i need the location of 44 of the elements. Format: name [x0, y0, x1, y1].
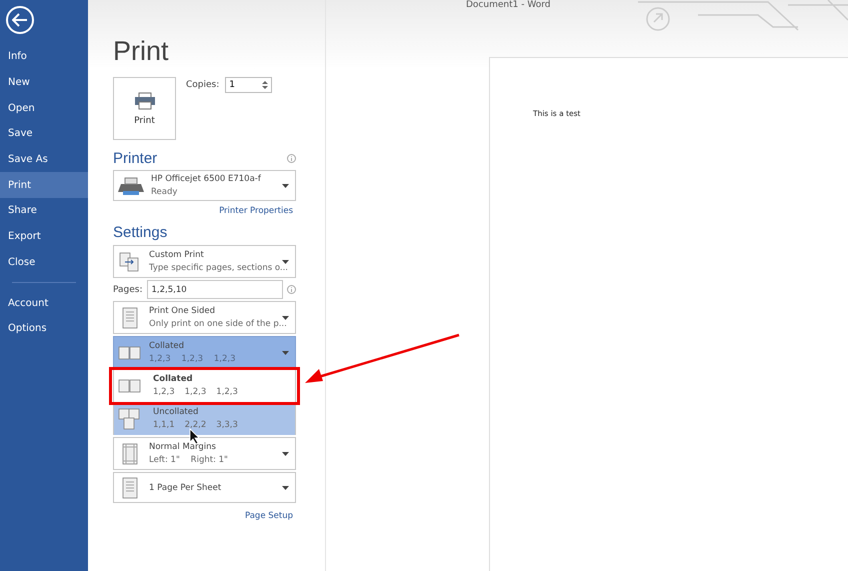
cursor-icon: [189, 428, 200, 444]
caret-icon: [282, 350, 289, 354]
pages-field[interactable]: 1,2,5,10: [146, 280, 283, 299]
sidebar-item[interactable]: Info: [0, 44, 88, 70]
caret-icon: [282, 184, 289, 188]
pages-label: Pages:: [113, 284, 143, 294]
page-setup-link[interactable]: Page Setup: [244, 511, 293, 521]
settings-dropdown[interactable]: Print One Sided Only print on one side of the p...: [113, 301, 296, 334]
info-icon: [287, 154, 296, 163]
settings-dropdown[interactable]: Collated 1,2,3 1,2,3 1,2,3: [113, 336, 296, 369]
caret-icon: [282, 486, 289, 490]
section-heading: Printer: [113, 150, 158, 167]
sidebar-item[interactable]: Save As: [0, 146, 88, 172]
sidebar-item[interactable]: New: [0, 70, 88, 96]
sidebar-item[interactable]: Save: [0, 121, 88, 147]
sidebar-item[interactable]: Export: [0, 224, 88, 250]
copies-label: Copies:: [186, 80, 220, 90]
dropdown-option[interactable]: Uncollated 1,1,1 2,2,2 3,3,3: [113, 402, 296, 435]
page-title: Print: [113, 36, 170, 67]
printer-icon: [134, 92, 156, 110]
sidebar-item[interactable]: Close: [0, 250, 88, 276]
printer-dropdown[interactable]: HP Officejet 6500 E710a-f Ready: [113, 170, 296, 201]
sidebar-item[interactable]: Share: [0, 198, 88, 224]
settings-dropdown[interactable]: 1 Page Per Sheet: [113, 472, 296, 503]
dropdown-option[interactable]: Collated 1,2,3 1,2,3 1,2,3: [113, 369, 296, 402]
window-title: Document1 - Word: [466, 0, 550, 10]
section-heading: Settings: [113, 224, 168, 241]
settings-dropdown[interactable]: Normal Margins Left: 1" Right: 1": [113, 437, 296, 470]
sidebar-item[interactable]: Account: [0, 290, 88, 316]
sidebar-item[interactable]: Options: [0, 316, 88, 342]
copies-field[interactable]: 1: [225, 77, 272, 93]
sidebar-item[interactable]: Print: [0, 172, 88, 198]
settings-dropdown[interactable]: Custom Print Type specific pages, sections o...: [113, 245, 296, 278]
sidebar-item[interactable]: Open: [0, 95, 88, 122]
back-button[interactable]: [6, 6, 34, 34]
spinner-arrows-icon: [262, 80, 268, 90]
printer-properties-link[interactable]: Printer Properties: [219, 206, 293, 216]
caret-icon: [282, 316, 289, 320]
caret-icon: [282, 260, 289, 264]
printer-icon: [117, 176, 145, 196]
back-arrow-icon: [12, 13, 28, 27]
info-icon: [287, 285, 296, 294]
caret-icon: [282, 452, 289, 456]
print-button[interactable]: Print: [113, 77, 176, 140]
